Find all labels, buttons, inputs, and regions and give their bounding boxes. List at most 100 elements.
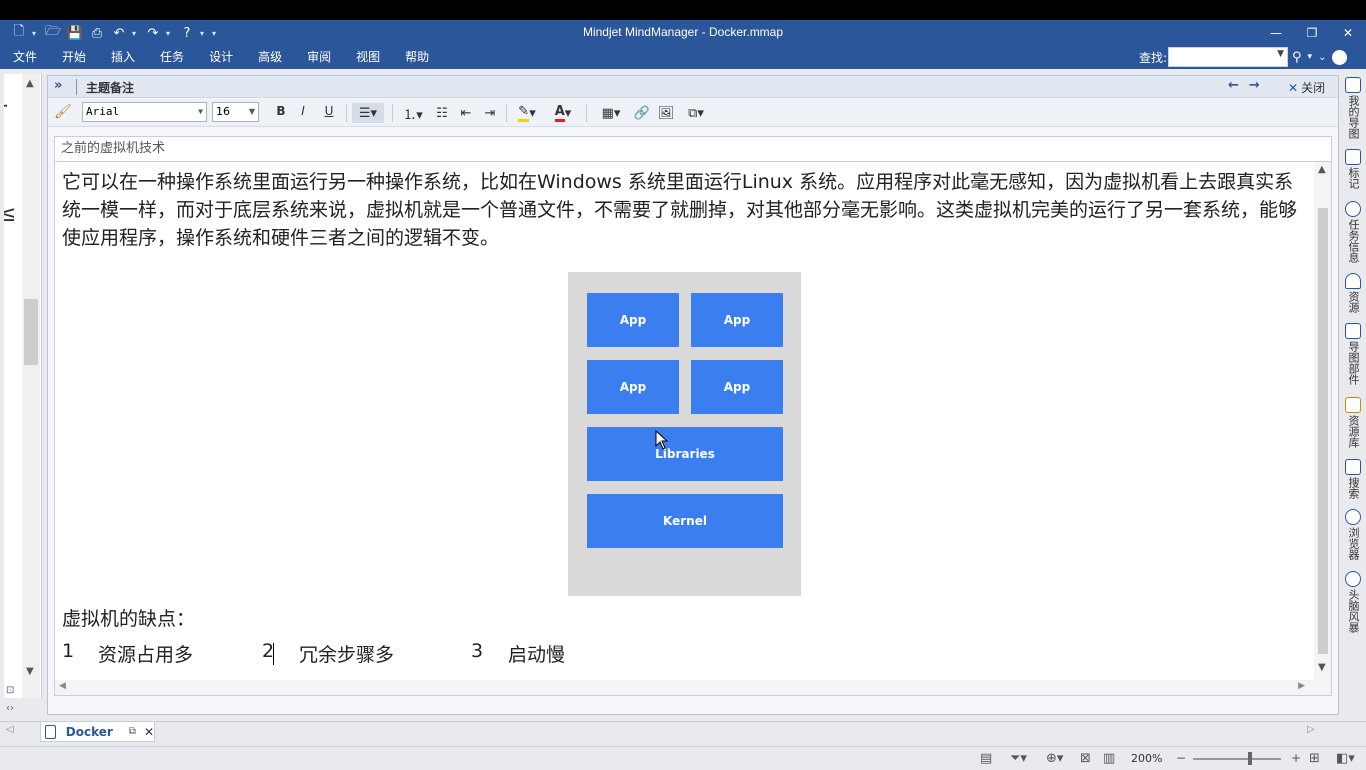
italic-icon[interactable]: I [294, 104, 312, 118]
close-tab-icon[interactable]: ✕ [144, 725, 154, 739]
ribbon-collapse-icon[interactable]: ⌄ [1318, 52, 1326, 63]
zoom-in-icon[interactable]: + [1291, 751, 1301, 765]
map-vertical-scrollbar[interactable] [22, 74, 40, 698]
code-view-icon[interactable]: ‹› [6, 703, 14, 714]
layout-icon[interactable]: ◧▾ [1336, 751, 1355, 766]
editor-scroll-thumb[interactable] [1318, 208, 1328, 654]
task-pane-label: 导图部件 [1347, 341, 1360, 385]
scroll-left-icon[interactable]: ◀ [59, 681, 66, 691]
task-pane-map-parts[interactable]: 导图部件 [1342, 323, 1364, 385]
task-pane-resources[interactable]: 资源 [1342, 273, 1364, 313]
resources-icon [1345, 273, 1361, 289]
decrease-indent-icon[interactable]: ⇤ [454, 103, 478, 123]
restore-icon[interactable]: ❐ [1294, 20, 1330, 45]
task-pane-markers[interactable]: 标记 [1342, 149, 1364, 189]
search-options-dropdown-icon[interactable]: ▾ [1308, 52, 1313, 62]
show-hide-icon[interactable]: ⊕▾ [1046, 751, 1063, 766]
filter-icon[interactable]: ⏷▾ [1010, 751, 1027, 766]
map-view-partial: r ≤ ▲ ▼ [4, 74, 42, 698]
notes-view-icon[interactable]: ▤ [980, 751, 992, 766]
tabs-scroll-right-icon[interactable]: ▷ [1307, 724, 1315, 735]
map-scroll-down-icon[interactable]: ▼ [26, 666, 34, 677]
format-painter-icon[interactable]: 🖌 [54, 104, 72, 120]
document-tab-label: Docker [65, 724, 113, 739]
search-input[interactable]: ▼ [1168, 47, 1288, 67]
float-tab-icon[interactable]: ⧉ [129, 726, 136, 737]
tabs-scroll-left-icon[interactable]: ◁ [6, 724, 14, 735]
map-view-toggle-icon[interactable]: ⊡ [6, 685, 14, 696]
zoom-slider-handle[interactable] [1248, 752, 1252, 765]
topic-title-field[interactable]: 之前的虚拟机技术 [54, 136, 1332, 162]
scroll-down-icon[interactable]: ▼ [1318, 662, 1326, 673]
task-pane-label: 资源 [1347, 291, 1360, 313]
markers-icon [1345, 149, 1361, 165]
previous-arrow-icon[interactable]: ← [1228, 78, 1239, 93]
cons-item: 冗余步骤多 [299, 644, 395, 666]
menu-advanced[interactable]: 高级 [245, 45, 294, 69]
next-arrow-icon[interactable]: → [1249, 78, 1260, 93]
task-pane-task-info[interactable]: 任务信息 [1342, 201, 1364, 263]
notes-paragraph: 它可以在一种操作系统里面运行另一种操作系统，比如在Windows 系统里面运行L… [62, 171, 1298, 249]
map-scroll-thumb[interactable] [24, 299, 38, 365]
fit-map-icon[interactable]: ⊞ [1309, 751, 1320, 766]
task-pane-search[interactable]: 搜索 [1342, 459, 1364, 499]
insert-link-icon[interactable]: 🔗 [630, 103, 654, 123]
task-pane-my-maps[interactable]: 我的导图 [1342, 77, 1364, 139]
document-tab[interactable]: Docker ⧉ ✕ [40, 722, 155, 742]
notes-editor[interactable]: 它可以在一种操作系统里面运行另一种操作系统，比如在Windows 系统里面运行L… [54, 162, 1332, 680]
toolbar-separator [506, 104, 507, 122]
outline-view-icon[interactable]: ▥ [1103, 751, 1115, 766]
app-block: App [691, 293, 783, 347]
map-text-fragment-1: r [4, 98, 7, 123]
font-name-select[interactable]: Arial ▼ [82, 102, 207, 122]
expand-panel-icon[interactable]: » [54, 78, 62, 93]
close-window-icon[interactable]: ✕ [1330, 20, 1366, 45]
map-scroll-up-icon[interactable]: ▲ [26, 78, 34, 89]
scroll-up-icon[interactable]: ▲ [1318, 164, 1326, 175]
zoom-slider[interactable] [1193, 758, 1281, 760]
menu-review[interactable]: 审阅 [294, 45, 343, 69]
document-tab-bar: ◁ Docker ⧉ ✕ ▷ [0, 721, 1366, 742]
bullet-list-icon[interactable]: ☷ [430, 103, 454, 123]
menu-task[interactable]: 任务 [147, 45, 196, 69]
task-pane-label: 头脑风暴 [1347, 589, 1360, 633]
size-dropdown-icon[interactable]: ▼ [249, 103, 255, 121]
underline-icon[interactable]: U [320, 104, 338, 118]
map-parts-icon [1345, 323, 1361, 339]
cons-item: 启动慢 [508, 644, 566, 666]
numbered-list-icon[interactable]: ⒈▾ [398, 103, 428, 123]
minimize-icon[interactable]: — [1258, 20, 1294, 45]
my-maps-icon [1345, 77, 1361, 93]
search-dropdown-icon[interactable]: ▼ [1277, 49, 1284, 59]
increase-indent-icon[interactable]: ⇥ [478, 103, 502, 123]
close-notes-button[interactable]: ✕ 关闭 [1288, 79, 1325, 96]
font-size-select[interactable]: 16 ▼ [212, 102, 259, 122]
task-pane-label: 任务信息 [1347, 219, 1360, 263]
highlight-color-icon[interactable]: ✎ ▾ [512, 103, 542, 123]
font-dropdown-icon[interactable]: ▼ [198, 103, 203, 121]
close-label: 关闭 [1301, 81, 1326, 95]
menu-help[interactable]: 帮助 [392, 45, 441, 69]
menu-insert[interactable]: 插入 [98, 45, 147, 69]
help-icon[interactable]: ? [1332, 49, 1348, 65]
menu-home[interactable]: 开始 [49, 45, 98, 69]
task-pane-library[interactable]: 资源库 [1342, 397, 1364, 448]
task-pane-brainstorm[interactable]: 头脑风暴 [1342, 571, 1364, 633]
cons-item: 资源占用多 [98, 644, 194, 666]
align-left-icon[interactable]: ☰▾ [352, 103, 384, 123]
map-view-icon[interactable]: ⊠ [1080, 751, 1091, 766]
binoculars-icon[interactable]: ⚲ [1292, 50, 1302, 65]
menu-file[interactable]: 文件 [0, 45, 49, 69]
insert-object-icon[interactable]: ⧉▾ [680, 103, 712, 123]
editor-vertical-scrollbar[interactable]: ▲ ▼ [1314, 162, 1331, 680]
editor-horizontal-scrollbar[interactable]: ◀ ▶ [54, 680, 1332, 696]
bold-icon[interactable]: B [272, 104, 290, 118]
menu-design[interactable]: 设计 [196, 45, 245, 69]
font-color-icon[interactable]: A ▾ [548, 103, 578, 123]
task-pane-browser[interactable]: 浏览器 [1342, 509, 1364, 560]
insert-table-icon[interactable]: ▦▾ [596, 103, 626, 123]
zoom-out-icon[interactable]: − [1176, 751, 1186, 765]
insert-image-icon[interactable]: 🖼 [654, 103, 678, 123]
scroll-right-icon[interactable]: ▶ [1298, 681, 1305, 691]
menu-view[interactable]: 视图 [343, 45, 392, 69]
